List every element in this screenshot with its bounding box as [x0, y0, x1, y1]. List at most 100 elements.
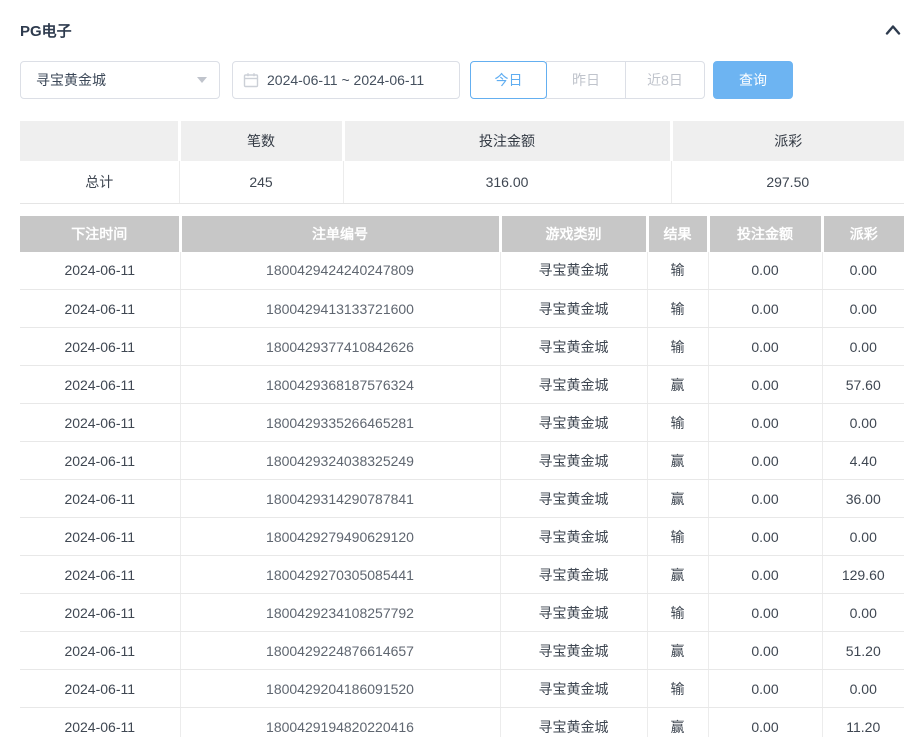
panel-header: PG电子 [20, 0, 904, 42]
summary-header-payout: 派彩 [671, 121, 904, 161]
summary-header-count: 笔数 [179, 121, 343, 161]
game-category-cell: 寻宝黄金城 [500, 328, 647, 366]
order-id-cell: 1800429270305085441 [180, 556, 500, 594]
table-row: 2024-06-111800429413133721600寻宝黄金城输0.000… [20, 290, 904, 328]
summary-header-row: 笔数 投注金额 派彩 [20, 121, 904, 161]
payout-cell: 0.00 [822, 670, 904, 708]
table-row: 2024-06-111800429368187576324寻宝黄金城赢0.005… [20, 366, 904, 404]
order-id-cell: 1800429424240247809 [180, 252, 500, 290]
order-id-cell: 1800429377410842626 [180, 328, 500, 366]
game-category-cell: 寻宝黄金城 [500, 366, 647, 404]
bet-amount-cell: 0.00 [708, 328, 822, 366]
result-cell: 输 [647, 290, 708, 328]
game-category-cell: 寻宝黄金城 [500, 708, 647, 737]
table-row: 2024-06-111800429270305085441寻宝黄金城赢0.001… [20, 556, 904, 594]
game-category-cell: 寻宝黄金城 [500, 252, 647, 290]
bet-time-cell: 2024-06-11 [20, 708, 180, 737]
table-row: 2024-06-111800429204186091520寻宝黄金城输0.000… [20, 670, 904, 708]
bet-amount-cell: 0.00 [708, 518, 822, 556]
result-cell: 输 [647, 670, 708, 708]
table-row: 2024-06-111800429279490629120寻宝黄金城输0.000… [20, 518, 904, 556]
game-category-cell: 寻宝黄金城 [500, 556, 647, 594]
game-category-cell: 寻宝黄金城 [500, 404, 647, 442]
order-id-cell: 1800429335266465281 [180, 404, 500, 442]
order-id-cell: 1800429234108257792 [180, 594, 500, 632]
bet-table-header-row: 下注时间 注单编号 游戏类别 结果 投注金额 派彩 [20, 216, 904, 252]
collapse-panel-button[interactable] [882, 21, 904, 39]
bet-time-cell: 2024-06-11 [20, 594, 180, 632]
table-row: 2024-06-111800429234108257792寻宝黄金城输0.000… [20, 594, 904, 632]
game-category-cell: 寻宝黄金城 [500, 290, 647, 328]
date-range-value: 2024-06-11 ~ 2024-06-11 [267, 72, 424, 88]
bet-time-cell: 2024-06-11 [20, 252, 180, 290]
bet-table-body: 2024-06-111800429424240247809寻宝黄金城输0.000… [20, 252, 904, 737]
bet-time-cell: 2024-06-11 [20, 480, 180, 518]
today-button[interactable]: 今日 [470, 61, 547, 99]
date-quick-button-group: 今日 昨日 近8日 [470, 61, 705, 99]
order-id-cell: 1800429204186091520 [180, 670, 500, 708]
payout-cell: 0.00 [822, 290, 904, 328]
payout-cell: 0.00 [822, 518, 904, 556]
summary-total-count: 245 [179, 161, 343, 203]
payout-cell: 0.00 [822, 594, 904, 632]
search-button[interactable]: 查询 [713, 61, 793, 99]
summary-total-bet-amount: 316.00 [343, 161, 671, 203]
bet-time-cell: 2024-06-11 [20, 632, 180, 670]
summary-header-bet-amount: 投注金额 [343, 121, 671, 161]
bet-time-cell: 2024-06-11 [20, 518, 180, 556]
result-cell: 赢 [647, 480, 708, 518]
payout-cell: 4.40 [822, 442, 904, 480]
payout-cell: 36.00 [822, 480, 904, 518]
bet-amount-cell: 0.00 [708, 708, 822, 737]
game-select-value: 寻宝黄金城 [36, 70, 106, 90]
header-order-id: 注单编号 [180, 216, 500, 252]
game-category-cell: 寻宝黄金城 [500, 518, 647, 556]
bet-amount-cell: 0.00 [708, 556, 822, 594]
filter-toolbar: 寻宝黄金城 2024-06-11 ~ 2024-06-11 今日 昨日 近8日 … [20, 61, 904, 99]
order-id-cell: 1800429279490629120 [180, 518, 500, 556]
bet-time-cell: 2024-06-11 [20, 290, 180, 328]
payout-cell: 0.00 [822, 252, 904, 290]
header-result: 结果 [647, 216, 708, 252]
yesterday-button[interactable]: 昨日 [546, 61, 626, 99]
header-bet-amount: 投注金额 [708, 216, 822, 252]
bet-time-cell: 2024-06-11 [20, 556, 180, 594]
table-row: 2024-06-111800429324038325249寻宝黄金城赢0.004… [20, 442, 904, 480]
bet-amount-cell: 0.00 [708, 366, 822, 404]
bet-amount-cell: 0.00 [708, 404, 822, 442]
summary-total-payout: 297.50 [671, 161, 904, 203]
bet-amount-cell: 0.00 [708, 290, 822, 328]
date-range-input[interactable]: 2024-06-11 ~ 2024-06-11 [232, 61, 460, 99]
result-cell: 赢 [647, 556, 708, 594]
order-id-cell: 1800429314290787841 [180, 480, 500, 518]
calendar-icon [243, 72, 259, 88]
bet-amount-cell: 0.00 [708, 632, 822, 670]
bet-amount-cell: 0.00 [708, 252, 822, 290]
result-cell: 输 [647, 518, 708, 556]
order-id-cell: 1800429194820220416 [180, 708, 500, 737]
chevron-down-icon [197, 77, 207, 83]
bet-amount-cell: 0.00 [708, 442, 822, 480]
result-cell: 赢 [647, 366, 708, 404]
chevron-up-icon [884, 23, 902, 37]
header-payout: 派彩 [822, 216, 904, 252]
bet-time-cell: 2024-06-11 [20, 442, 180, 480]
order-id-cell: 1800429224876614657 [180, 632, 500, 670]
table-row: 2024-06-111800429335266465281寻宝黄金城输0.000… [20, 404, 904, 442]
game-select[interactable]: 寻宝黄金城 [20, 61, 220, 99]
bet-records-table: 下注时间 注单编号 游戏类别 结果 投注金额 派彩 2024-06-111800… [20, 216, 904, 737]
bet-amount-cell: 0.00 [708, 480, 822, 518]
bet-time-cell: 2024-06-11 [20, 366, 180, 404]
result-cell: 输 [647, 328, 708, 366]
table-row: 2024-06-111800429224876614657寻宝黄金城赢0.005… [20, 632, 904, 670]
result-cell: 赢 [647, 632, 708, 670]
bet-amount-cell: 0.00 [708, 670, 822, 708]
last-8-days-button[interactable]: 近8日 [625, 61, 705, 99]
result-cell: 输 [647, 594, 708, 632]
header-bet-time: 下注时间 [20, 216, 180, 252]
order-id-cell: 1800429324038325249 [180, 442, 500, 480]
bet-time-cell: 2024-06-11 [20, 670, 180, 708]
page-title: PG电子 [20, 20, 72, 41]
header-game-category: 游戏类别 [500, 216, 647, 252]
result-cell: 输 [647, 404, 708, 442]
